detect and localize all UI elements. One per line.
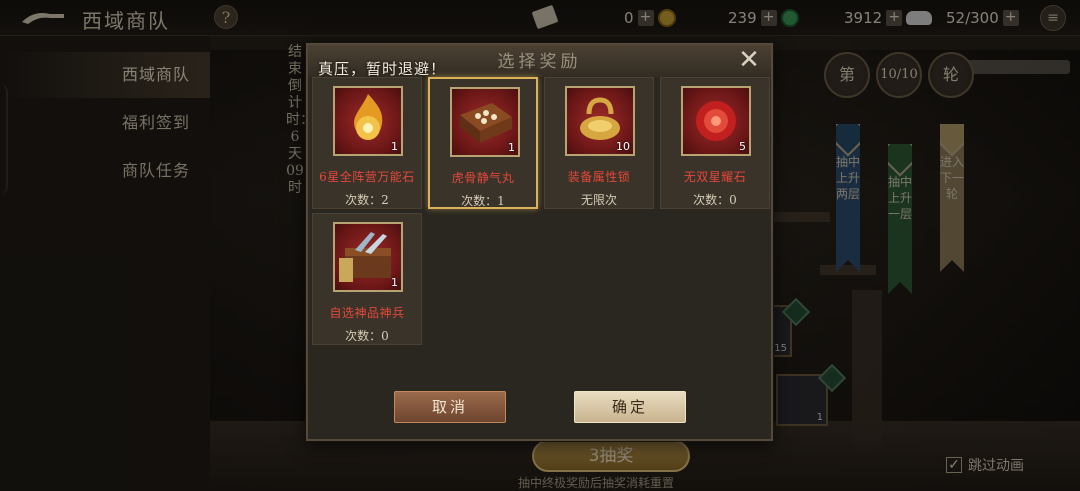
remaining-count: 次数：0 [345,329,389,343]
confirm-button[interactable]: 确定 [574,391,686,423]
cancel-button[interactable]: 取消 [394,391,506,423]
item-name: 自选神品神兵 [329,306,405,320]
golden-lock-icon: 10 [565,86,635,156]
item-name: 无双星耀石 [683,170,747,184]
remaining-count: 次数：2 [345,193,389,207]
remaining-count: 次数：0 [693,193,737,207]
weapon-chest-icon: 1 [333,222,403,292]
pill-box-icon: 1 [450,87,520,157]
dialog-subtitle: 真压，暂时退避！ [318,60,447,78]
item-quantity: 10 [616,140,630,153]
item-quantity: 5 [739,140,746,153]
reward-card[interactable]: 1 6星全阵营万能石 次数：2 [312,77,422,209]
close-button[interactable]: ✕ [736,47,762,74]
reward-card[interactable]: 1 自选神品神兵 次数：0 [312,213,422,345]
reward-card-selected[interactable]: 1 虎骨静气丸 次数：1 [428,77,538,209]
item-quantity: 1 [391,276,398,289]
red-star-stone-icon: 5 [681,86,751,156]
item-name: 装备属性锁 [567,170,631,184]
remaining-count: 次数：1 [461,194,505,208]
item-name: 6星全阵营万能石 [319,170,415,184]
item-quantity: 1 [508,141,515,154]
item-name: 虎骨静气丸 [451,171,515,185]
remaining-count: 无限次 [580,193,617,207]
item-quantity: 1 [391,140,398,153]
golden-flame-orb-icon: 1 [333,86,403,156]
reward-card[interactable]: 5 无双星耀石 次数：0 [660,77,770,209]
reward-card[interactable]: 10 装备属性锁 无限次 [544,77,654,209]
choose-reward-dialog: 选择奖励 ✕ 真压，暂时退避！ 1 6星全阵营万能石 次数：2 1 虎骨静气丸 … [306,43,773,441]
